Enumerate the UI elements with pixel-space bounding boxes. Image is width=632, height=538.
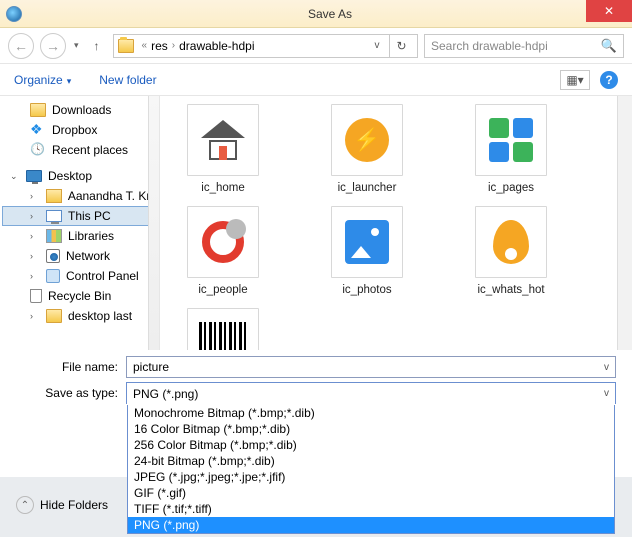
file-item-ic-people[interactable]: ic_people (178, 206, 268, 296)
sidebar-item-downloads[interactable]: Downloads (2, 100, 159, 120)
new-folder-button[interactable]: New folder (99, 73, 156, 87)
folder-icon (30, 103, 46, 117)
home-icon (201, 120, 245, 160)
help-icon: ? (605, 73, 612, 87)
folder-icon (46, 309, 62, 323)
expand-icon[interactable]: › (30, 271, 40, 281)
search-placeholder: Search drawable-hdpi (431, 39, 601, 53)
filetype-option-24bit[interactable]: 24-bit Bitmap (*.bmp;*.dib) (128, 453, 614, 469)
pages-icon (489, 118, 533, 162)
file-list: ic_home ⚡ ic_launcher ic_pages ic_people… (160, 96, 632, 350)
body-split: Downloads Dropbox Recent places ⌄Desktop… (0, 96, 632, 350)
filetype-option-tiff[interactable]: TIFF (*.tif;*.tiff) (128, 501, 614, 517)
sidebar-item-thispc[interactable]: ›This PC (2, 206, 159, 226)
photos-icon (345, 220, 389, 264)
expand-icon[interactable]: › (30, 251, 40, 261)
organize-button[interactable]: Organize▾ (14, 73, 71, 87)
view-icon: ▦ (566, 73, 577, 87)
people-icon (202, 221, 244, 263)
breadcrumb-sep-icon: « (142, 40, 148, 51)
back-button[interactable]: ← (8, 33, 34, 59)
address-bar[interactable]: « res › drawable-hdpi v ↻ (113, 34, 418, 58)
caret-down-icon: ▾ (67, 76, 72, 86)
control-panel-icon (46, 269, 60, 283)
sidebar-item-controlpanel[interactable]: ›Control Panel (2, 266, 159, 286)
sidebar-item-recyclebin[interactable]: Recycle Bin (2, 286, 159, 306)
history-caret-icon[interactable]: ▾ (72, 40, 81, 51)
pc-icon (46, 210, 62, 222)
refresh-button[interactable]: ↻ (389, 34, 413, 58)
filetype-option-monochrome[interactable]: Monochrome Bitmap (*.bmp;*.dib) (128, 405, 614, 421)
sidebar-item-desktop[interactable]: ⌄Desktop (2, 166, 159, 186)
expand-icon[interactable]: › (30, 211, 40, 221)
expand-icon[interactable]: › (30, 231, 40, 241)
app-icon (6, 6, 22, 22)
expand-icon[interactable]: › (30, 311, 40, 321)
file-item-ic-photos[interactable]: ic_photos (322, 206, 412, 296)
sidebar-item-desktoplast[interactable]: ›desktop last (2, 306, 159, 326)
dropbox-icon (30, 123, 46, 137)
whats-hot-icon (493, 220, 529, 264)
filename-label: File name: (8, 360, 126, 374)
barcode-icon (199, 322, 247, 350)
saveastype-select[interactable]: PNG (*.png) v Monochrome Bitmap (*.bmp;*… (126, 382, 616, 404)
nav-pane: Downloads Dropbox Recent places ⌄Desktop… (0, 96, 160, 350)
filetype-option-png[interactable]: PNG (*.png) (128, 517, 614, 533)
toolbar: Organize▾ New folder ▦ ▾ ? (0, 64, 632, 96)
caret-down-icon: ▾ (578, 73, 584, 87)
filename-input[interactable]: picture v (126, 356, 616, 378)
chevron-right-icon: › (172, 40, 175, 51)
breadcrumb-res[interactable]: res (151, 39, 168, 53)
saveastype-label: Save as type: (8, 386, 126, 400)
filetype-option-gif[interactable]: GIF (*.gif) (128, 485, 614, 501)
caret-down-icon[interactable]: v (604, 388, 609, 399)
folder-icon (118, 39, 134, 53)
caret-down-icon[interactable]: v (604, 362, 609, 373)
view-button[interactable]: ▦ ▾ (560, 70, 590, 90)
window-title: Save As (28, 7, 632, 21)
forward-icon: → (46, 38, 60, 54)
sidebar-item-user[interactable]: ›Aanandha T. Kris (2, 186, 159, 206)
sidebar-item-network[interactable]: ›Network (2, 246, 159, 266)
nav-row: ← → ▾ ↑ « res › drawable-hdpi v ↻ Search… (0, 28, 632, 64)
user-folder-icon (46, 189, 62, 203)
back-icon: ← (14, 38, 28, 54)
title-bar: Save As ✕ (0, 0, 632, 28)
up-icon: ↑ (94, 39, 100, 53)
file-item-ic-launcher[interactable]: ⚡ ic_launcher (322, 104, 412, 194)
collapse-icon: ⌃ (16, 496, 34, 514)
filetype-option-256color[interactable]: 256 Color Bitmap (*.bmp;*.dib) (128, 437, 614, 453)
breadcrumb-drawable-hdpi[interactable]: drawable-hdpi (179, 39, 254, 53)
recent-icon (30, 143, 46, 157)
sidebar-item-recent[interactable]: Recent places (2, 140, 159, 160)
address-dropdown-icon[interactable]: v (369, 40, 385, 51)
recycle-bin-icon (30, 289, 42, 303)
search-icon: 🔍 (601, 38, 617, 54)
desktop-icon (26, 170, 42, 182)
sidebar-item-dropbox[interactable]: Dropbox (2, 120, 159, 140)
saveastype-dropdown: Monochrome Bitmap (*.bmp;*.dib) 16 Color… (127, 405, 615, 534)
collapse-icon[interactable]: ⌄ (10, 171, 20, 182)
sidebar-item-libraries[interactable]: ›Libraries (2, 226, 159, 246)
help-button[interactable]: ? (600, 71, 618, 89)
search-input[interactable]: Search drawable-hdpi 🔍 (424, 34, 624, 58)
close-button[interactable]: ✕ (586, 0, 632, 22)
network-icon (46, 249, 60, 263)
expand-icon[interactable]: › (30, 191, 40, 201)
file-item-ic-home[interactable]: ic_home (178, 104, 268, 194)
close-icon: ✕ (604, 4, 614, 18)
filetype-option-16color[interactable]: 16 Color Bitmap (*.bmp;*.dib) (128, 421, 614, 437)
filetype-option-jpeg[interactable]: JPEG (*.jpg;*.jpeg;*.jpe;*.jfif) (128, 469, 614, 485)
hide-folders-button[interactable]: ⌃ Hide Folders (16, 496, 108, 514)
libraries-icon (46, 229, 62, 243)
file-item-barcode[interactable] (178, 308, 268, 350)
file-item-ic-pages[interactable]: ic_pages (466, 104, 556, 194)
up-button[interactable]: ↑ (87, 36, 107, 56)
refresh-icon: ↻ (396, 39, 406, 53)
file-item-ic-whats-hot[interactable]: ic_whats_hot (466, 206, 556, 296)
forward-button[interactable]: → (40, 33, 66, 59)
saveastype-row: Save as type: PNG (*.png) v Monochrome B… (0, 380, 632, 406)
filename-row: File name: picture v (0, 354, 632, 380)
launcher-icon: ⚡ (345, 118, 389, 162)
